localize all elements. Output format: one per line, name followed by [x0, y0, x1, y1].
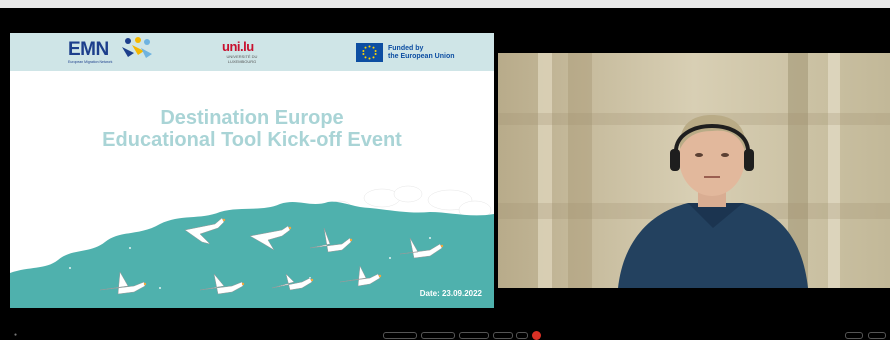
- uni-lu-logo-text: uni.lu: [222, 39, 254, 54]
- slide-title-line1: Destination Europe: [160, 107, 344, 129]
- camera-button[interactable]: [421, 332, 455, 339]
- eu-funding-logo: Funded by the European Union: [356, 43, 486, 65]
- slide-date: Date: 23.09.2022: [419, 289, 482, 298]
- more-options-button[interactable]: [516, 332, 528, 339]
- slide-title-line2: Educational Tool Kick-off Event: [102, 129, 402, 151]
- emn-logo: EMN European Migration Network: [68, 37, 158, 67]
- participant-video[interactable]: [498, 53, 890, 288]
- emn-logo-text: EMN: [68, 39, 109, 60]
- meeting-toolbar: ●: [0, 330, 890, 340]
- participants-button[interactable]: [845, 332, 863, 339]
- video-frame-image: [498, 53, 890, 288]
- chat-button[interactable]: [868, 332, 886, 339]
- emn-figures-icon: [122, 37, 152, 58]
- slide-logo-bar: EMN European Migration Network uni.lu UN…: [10, 33, 494, 71]
- uni-lu-logo-subtitle: UNIVERSITÉ DU LUXEMBOURG: [220, 54, 264, 64]
- uni-subtitle-line2: LUXEMBOURG: [227, 58, 257, 64]
- shared-slide: EMN European Migration Network uni.lu UN…: [10, 33, 494, 308]
- window-top-strip: [0, 0, 890, 8]
- eu-flag-icon: [356, 43, 383, 62]
- slide-title: Destination Europe Educational Tool Kick…: [10, 107, 494, 151]
- share-screen-button[interactable]: [459, 332, 489, 339]
- end-call-button[interactable]: [532, 331, 541, 340]
- microphone-button[interactable]: [383, 332, 417, 339]
- reactions-button[interactable]: [493, 332, 513, 339]
- toolbar-left-indicator: ●: [14, 332, 18, 338]
- uni-lu-logo: uni.lu UNIVERSITÉ DU LUXEMBOURG: [220, 39, 270, 67]
- emn-logo-subtitle: European Migration Network: [68, 60, 113, 64]
- eu-funding-line2: the European Union: [388, 53, 455, 60]
- eu-funding-line1: Funded by: [388, 45, 424, 52]
